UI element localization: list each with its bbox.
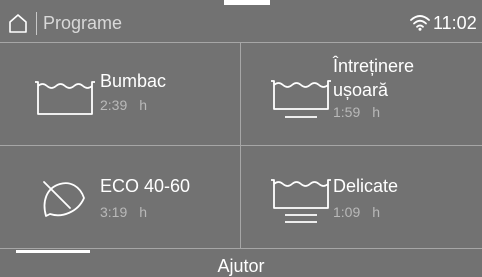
footer-divider <box>0 248 482 249</box>
home-icon[interactable] <box>8 13 28 33</box>
program-duration: 1:09 h <box>333 204 380 220</box>
clock: 11:02 <box>433 13 477 33</box>
program-duration: 1:59 h <box>333 104 380 120</box>
header-separator <box>36 12 37 35</box>
program-name-line2: ușoară <box>333 80 389 100</box>
program-duration: 2:39 h <box>100 97 147 113</box>
tub-one-bar-icon <box>271 80 331 118</box>
duration-value: 1:09 <box>333 204 361 220</box>
duration-unit: h <box>139 97 148 113</box>
program-tile-eco-40-60[interactable]: ECO 40-60 3:19 h <box>0 146 240 246</box>
duration-value: 2:39 <box>100 97 128 113</box>
page-indicator <box>16 250 90 253</box>
page-title: Programe <box>43 13 123 33</box>
program-duration: 3:19 h <box>100 204 147 220</box>
tub-two-bars-icon <box>271 179 331 223</box>
duration-unit: h <box>139 204 148 220</box>
program-name: ECO 40-60 <box>100 176 191 196</box>
program-tile-intretinere-usoara[interactable]: Întreținere ușoară 1:59 h <box>241 43 481 143</box>
pull-down-handle[interactable] <box>224 0 270 5</box>
program-name: Bumbac <box>100 71 167 91</box>
duration-unit: h <box>372 104 381 120</box>
duration-value: 1:59 <box>333 104 361 120</box>
program-name-line1: Întreținere <box>333 56 415 76</box>
wifi-icon <box>410 15 430 31</box>
program-tile-delicate[interactable]: Delicate 1:09 h <box>241 146 481 246</box>
program-tile-bumbac[interactable]: Bumbac 2:39 h <box>0 43 240 143</box>
leaf-icon <box>43 181 85 217</box>
duration-unit: h <box>372 204 381 220</box>
help-button[interactable]: Ajutor <box>0 255 482 277</box>
tub-icon <box>35 81 95 115</box>
program-name: Delicate <box>333 176 399 196</box>
status-bar: Programe 11:02 <box>0 0 482 42</box>
duration-value: 3:19 <box>100 204 128 220</box>
